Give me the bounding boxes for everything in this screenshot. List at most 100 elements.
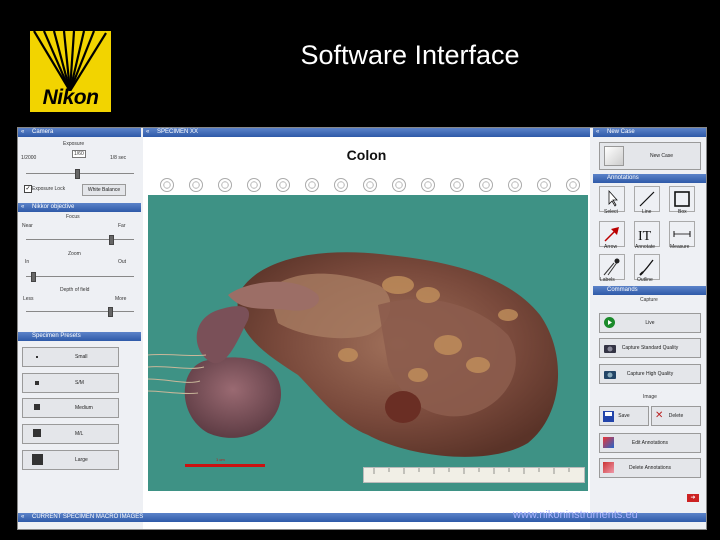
focus-near: Near (22, 223, 33, 229)
specimen-image[interactable]: 1 cm (148, 195, 588, 491)
collapse-icon[interactable]: « (21, 203, 24, 212)
thumbnail-slot[interactable] (218, 178, 232, 192)
thumbnail-slot[interactable] (421, 178, 435, 192)
annotations-section-header[interactable]: Annotations (593, 174, 706, 183)
labels-icon (603, 258, 620, 276)
dof-more: More (115, 296, 127, 302)
preset-large-button[interactable]: Large (22, 450, 119, 470)
sm-size-icon (35, 381, 39, 385)
exposure-min: 1/2000 (21, 155, 37, 161)
arrow-tool-label: Arrow (604, 244, 618, 250)
arrow-icon (604, 227, 619, 242)
white-balance-button[interactable]: White Balance (82, 184, 126, 196)
exposure-lock-label: Exposure Lock (32, 186, 66, 192)
preset-small-button[interactable]: Small (22, 347, 119, 367)
camera-section-header[interactable]: «Camera (18, 128, 141, 137)
thumbnail-slot[interactable] (189, 178, 203, 192)
thumbnail-slot[interactable] (276, 178, 290, 192)
collapse-icon[interactable]: « (596, 128, 599, 137)
new-case-icon (604, 146, 624, 166)
dof-slider-thumb[interactable] (108, 307, 113, 317)
collapse-icon[interactable]: « (146, 128, 149, 137)
edit-annotations-button[interactable]: Edit Annotations (599, 433, 701, 453)
thumbnail-slot[interactable] (363, 178, 377, 192)
thumbnail-slot[interactable] (334, 178, 348, 192)
exposure-label: Exposure (63, 141, 85, 147)
delete-annotations-icon (603, 462, 614, 473)
nikkor-section-header[interactable]: «Nikkor objective (18, 203, 141, 212)
ruler (363, 467, 585, 483)
thumbnail-slot[interactable] (450, 178, 464, 192)
cursor-icon (608, 189, 618, 207)
save-button[interactable]: Save (599, 406, 649, 426)
new-case-button[interactable]: New Case (599, 142, 701, 170)
thumbnail-slot[interactable] (247, 178, 261, 192)
presets-section-header[interactable]: Specimen Presets (18, 332, 141, 341)
exposure-max: 1/8 sec (110, 155, 127, 161)
commands-section-header[interactable]: Commands (593, 286, 706, 295)
thumbnail-slot[interactable] (305, 178, 319, 192)
line-tool-label: Line (642, 209, 652, 215)
save-icon (603, 411, 614, 422)
collapse-icon[interactable]: « (21, 128, 24, 137)
scale-bar (185, 464, 265, 467)
thumbnail-slot[interactable] (392, 178, 406, 192)
left-panel: «Camera Exposure 1/60 1/2000 1/8 sec ✓ E… (18, 128, 141, 529)
line-icon (639, 191, 655, 207)
nikon-logo: Nikon (30, 31, 111, 112)
thumbnail-slot[interactable] (566, 178, 580, 192)
zoom-slider-track[interactable] (26, 276, 134, 277)
camera-hq-icon (604, 371, 616, 379)
measure-tool-label: Measure (670, 244, 690, 250)
specimen-header: «SPECIMEN XX (143, 128, 590, 137)
specimen-view: «SPECIMEN XX Colon 1 cm (143, 128, 590, 529)
footer-url[interactable]: www.nikoninstruments.eu (513, 509, 638, 521)
thumbnail-strip (148, 177, 588, 192)
annotations-icon (603, 437, 614, 448)
colon-specimen-photo (148, 252, 559, 457)
ruler-ticks (373, 468, 570, 474)
capture-standard-button[interactable]: Capture Standard Quality (599, 338, 701, 358)
annotate-tool-label: Annotate (635, 244, 656, 250)
thumbnail-slot[interactable] (479, 178, 493, 192)
focus-label: Focus (66, 214, 80, 220)
next-arrow-icon[interactable]: ➜ (687, 494, 699, 502)
app-window: «Camera Exposure 1/60 1/2000 1/8 sec ✓ E… (17, 127, 707, 530)
focus-slider-track[interactable] (26, 239, 134, 240)
logo-text: Nikon (42, 86, 99, 109)
collapse-icon[interactable]: « (21, 513, 24, 522)
box-tool-label: Box (678, 209, 687, 215)
dof-slider-track[interactable] (26, 311, 134, 312)
exposure-lock-checkbox[interactable]: ✓ (24, 185, 32, 193)
right-panel: «New Case New Case Annotations Select Li… (593, 128, 706, 529)
play-icon (604, 317, 615, 328)
thumbnail-slot[interactable] (160, 178, 174, 192)
live-button[interactable]: Live (599, 313, 701, 333)
delete-annotations-button[interactable]: Delete Annotations (599, 458, 701, 478)
exposure-slider-track[interactable] (26, 173, 134, 174)
preset-medium-button[interactable]: Medium (22, 398, 119, 418)
slide-title: Software Interface (300, 40, 520, 70)
dof-less: Less (23, 296, 34, 302)
thumbnail-slot[interactable] (537, 178, 551, 192)
zoom-slider-thumb[interactable] (31, 272, 36, 282)
svg-text:IT: IT (638, 229, 652, 244)
capture-high-quality-button[interactable]: Capture High Quality (599, 364, 701, 384)
pen-icon (639, 259, 654, 276)
preset-sm-button[interactable]: S/M (22, 373, 119, 393)
labels-tool-label: Labels (600, 277, 615, 283)
outline-tool-label: Outline (637, 277, 653, 283)
camera-icon (604, 345, 616, 353)
zoom-out: Out (118, 259, 127, 265)
exposure-value: 1/60 (72, 150, 86, 158)
delete-image-button[interactable]: ✕ Delete (651, 406, 701, 426)
preset-ml-button[interactable]: M/L (22, 424, 119, 444)
capture-label: Capture (640, 297, 658, 303)
exposure-slider-thumb[interactable] (75, 169, 80, 179)
zoom-label: Zoom (68, 251, 81, 257)
thumbnail-slot[interactable] (508, 178, 522, 192)
focus-slider-thumb[interactable] (109, 235, 114, 245)
medium-size-icon (34, 404, 40, 410)
new-case-section-header[interactable]: «New Case (593, 128, 706, 137)
large-size-icon (32, 454, 43, 465)
